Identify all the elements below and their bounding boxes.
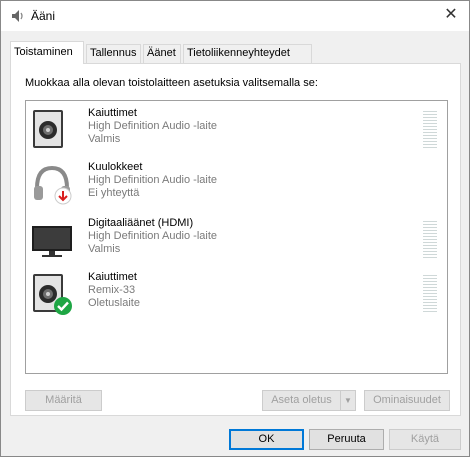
headphones-disconnected-icon — [34, 165, 72, 205]
chevron-down-icon[interactable]: ▼ — [340, 391, 355, 410]
device-name: Kaiuttimet — [88, 107, 137, 119]
ok-button[interactable]: OK — [229, 429, 304, 450]
speaker-icon — [33, 110, 63, 148]
device-name: Digitaaliäänet (HDMI) — [88, 217, 194, 229]
list-item[interactable]: Kuulokkeet High Definition Audio -laite … — [26, 159, 447, 209]
device-list[interactable]: Kaiuttimet High Definition Audio -laite … — [25, 100, 448, 374]
close-icon[interactable]: ✕ — [441, 5, 461, 25]
tab-communications[interactable]: Tietoliikenneyhteydet — [183, 44, 312, 63]
device-name: Kaiuttimet — [88, 271, 137, 283]
device-description: High Definition Audio -laite — [88, 120, 218, 132]
volume-meter — [423, 111, 437, 151]
device-description: High Definition Audio -laite — [88, 174, 218, 186]
device-status: Valmis — [88, 243, 121, 255]
device-description: Remix-33 — [88, 284, 136, 296]
volume-meter — [423, 275, 437, 315]
configure-button[interactable]: Määritä — [25, 390, 102, 411]
playback-panel: Muokkaa alla olevan toistolaitteen asetu… — [10, 63, 461, 416]
speaker-default-icon — [33, 274, 72, 315]
set-default-label: Aseta oletus — [271, 394, 332, 406]
device-description: High Definition Audio -laite — [88, 230, 218, 242]
set-default-button[interactable]: Aseta oletus ▼ — [262, 390, 356, 411]
apply-button[interactable]: Käytä — [389, 429, 461, 450]
monitor-icon — [32, 226, 72, 257]
instruction-text: Muokkaa alla olevan toistolaitteen asetu… — [25, 77, 318, 89]
tab-playback[interactable]: Toistaminen — [10, 41, 84, 64]
volume-meter — [423, 221, 437, 261]
device-status: Oletuslaite — [88, 297, 140, 309]
window-title: Ääni — [31, 9, 56, 23]
cancel-button[interactable]: Peruuta — [309, 429, 384, 450]
list-item[interactable]: Kaiuttimet High Definition Audio -laite … — [26, 105, 447, 155]
device-status: Valmis — [88, 133, 121, 145]
tab-recording[interactable]: Tallennus — [86, 44, 141, 63]
speaker-title-icon — [12, 10, 23, 22]
device-name: Kuulokkeet — [88, 161, 143, 173]
list-item[interactable]: Digitaaliäänet (HDMI) High Definition Au… — [26, 215, 447, 265]
title-bar[interactable]: Ääni ✕ — [1, 1, 469, 31]
list-item[interactable]: Kaiuttimet Remix-33 Oletuslaite — [26, 269, 447, 319]
properties-button[interactable]: Ominaisuudet — [364, 390, 450, 411]
sound-dialog: Ääni ✕ Toistaminen Tallennus Äänet Tieto… — [0, 0, 470, 457]
device-status: Ei yhteyttä — [88, 187, 140, 199]
tab-sounds[interactable]: Äänet — [143, 44, 181, 63]
